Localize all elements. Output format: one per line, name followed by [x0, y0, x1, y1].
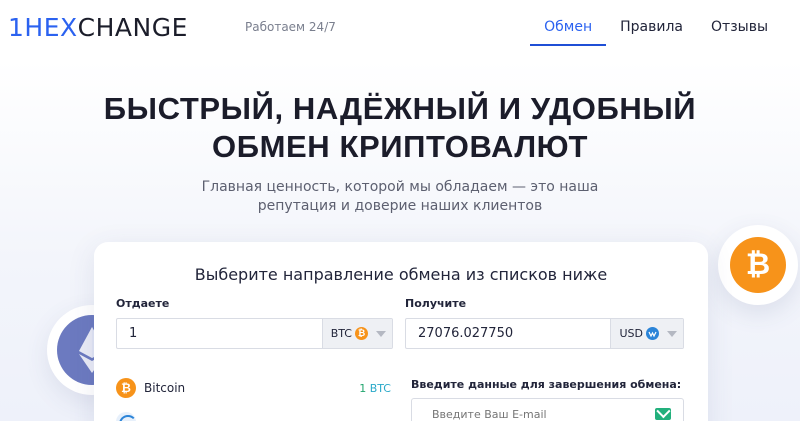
tagline: Работаем 24/7: [245, 20, 336, 34]
bitcoin-icon: ₿: [355, 327, 368, 340]
chevron-down-icon: [667, 330, 677, 337]
bitcoin-icon: ₿: [116, 378, 136, 398]
hero-title: БЫСТРЫЙ, НАДЁЖНЫЙ И УДОБНЫЙ ОБМЕН КРИПТО…: [0, 90, 800, 166]
main-nav: Обмен Правила Отзывы: [530, 17, 782, 46]
give-label: Отдаете: [116, 297, 170, 310]
hero-subtitle-line2: репутация и доверие наших клиентов: [257, 198, 543, 214]
list-item-amount: 1 BTC: [359, 381, 391, 395]
site-header: 1HEXCHANGE Работаем 24/7 Обмен Правила О…: [0, 0, 800, 58]
exchange-card: Выберите направление обмена из списков н…: [94, 242, 708, 421]
hero-title-line2: ОБМЕН КРИПТОВАЛЮТ: [211, 129, 589, 164]
list-item[interactable]: ₿ Bitcoin 1 BTC: [116, 377, 391, 399]
list-item-name: Bitcoin: [144, 381, 186, 395]
get-amount-input[interactable]: 27076.027750: [406, 319, 610, 348]
get-currency-select[interactable]: USD: [610, 319, 683, 348]
email-field: [411, 398, 684, 421]
get-label: Получите: [405, 297, 467, 310]
email-input[interactable]: [412, 407, 655, 421]
nav-reviews[interactable]: Отзывы: [697, 17, 782, 45]
webmoney-icon: [646, 327, 659, 340]
details-title: Введите данные для завершения обмена:: [411, 378, 682, 391]
hero-title-line1: БЫСТРЫЙ, НАДЁЖНЫЙ И УДОБНЫЙ: [103, 91, 697, 126]
site-logo[interactable]: 1HEXCHANGE: [8, 14, 188, 42]
get-amount-field: 27076.027750 USD: [405, 318, 684, 349]
nav-rules[interactable]: Правила: [606, 17, 697, 45]
get-currency-code: USD: [619, 327, 643, 340]
envelope-icon: [655, 408, 671, 420]
webmoney-icon[interactable]: [116, 412, 136, 421]
hero-subtitle: Главная ценность, которой мы обладаем — …: [0, 178, 800, 216]
bitcoin-coin-decoration: ₿: [718, 225, 798, 305]
bitcoin-icon: ₿: [730, 237, 786, 293]
chevron-down-icon: [376, 330, 386, 337]
give-amount-input[interactable]: 1: [117, 319, 322, 348]
nav-exchange[interactable]: Обмен: [530, 17, 607, 46]
give-currency-code: BTC: [330, 327, 352, 340]
give-amount-field: 1 BTC ₿: [116, 318, 393, 349]
exchange-title: Выберите направление обмена из списков н…: [194, 265, 608, 284]
give-currency-select[interactable]: BTC ₿: [321, 319, 392, 348]
hero-subtitle-line1: Главная ценность, которой мы обладаем — …: [201, 179, 599, 195]
